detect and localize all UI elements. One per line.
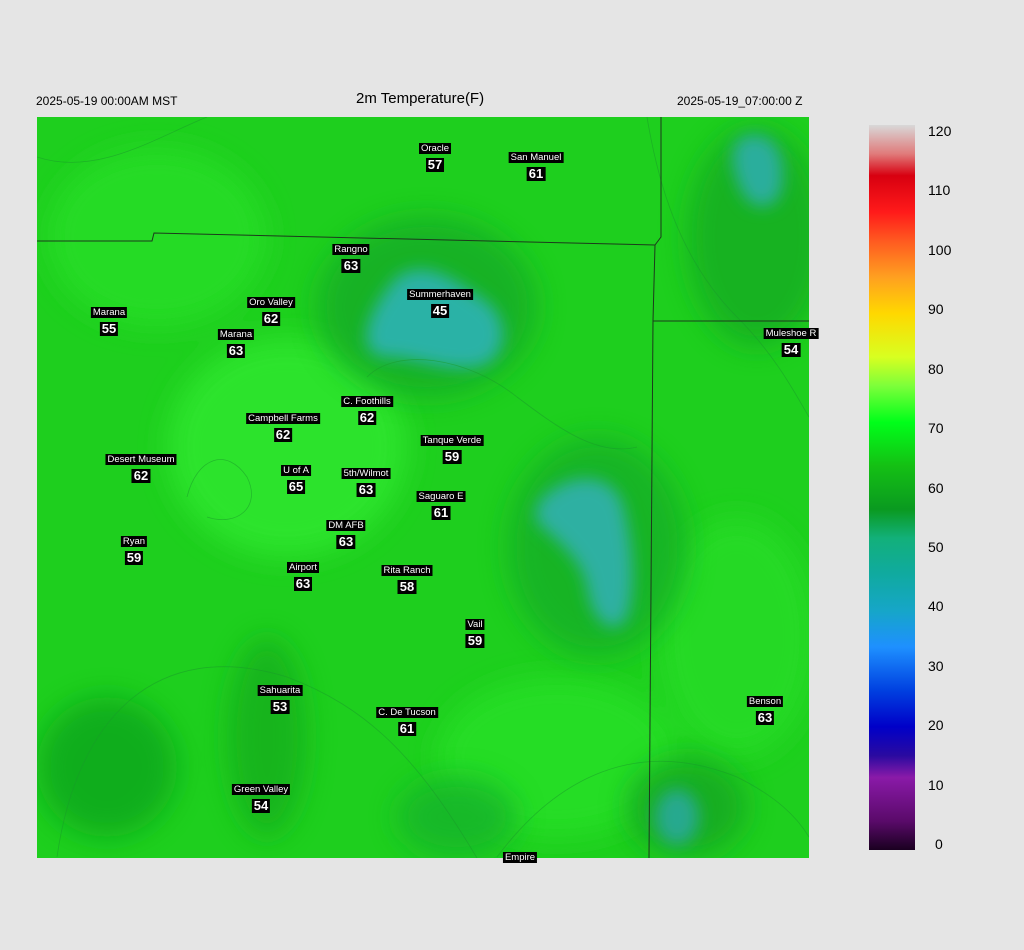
colorbar-tick-label: 30 — [928, 657, 944, 674]
colorbar-tick-label: 50 — [928, 538, 944, 555]
colorbar-tick-label: 100 — [928, 241, 952, 258]
colorbar-tick-label: 60 — [928, 479, 944, 496]
colorbar-tick-label: 120 — [928, 123, 952, 139]
temperature-field — [37, 117, 809, 858]
colorbar-tick-label: 40 — [928, 598, 944, 615]
utc-time-label: 2025-05-19_07:00:00 Z — [677, 94, 803, 108]
colorbar-tick-label: 110 — [928, 182, 951, 199]
colorbar-tick-label: 20 — [928, 717, 944, 734]
colorbar-tick-label: 90 — [928, 301, 944, 318]
map-title: 2m Temperature(F) — [356, 90, 485, 107]
temperature-map — [37, 117, 809, 858]
colorbar-tick-label: 10 — [928, 776, 944, 793]
local-time-label: 2025-05-19 00:00AM MST — [36, 94, 178, 108]
colorbar-tick-label: 0 — [935, 836, 943, 852]
colorbar-tick-label: 80 — [928, 360, 944, 377]
temperature-colorbar — [869, 125, 915, 850]
colorbar-tick-label: 70 — [928, 420, 944, 437]
